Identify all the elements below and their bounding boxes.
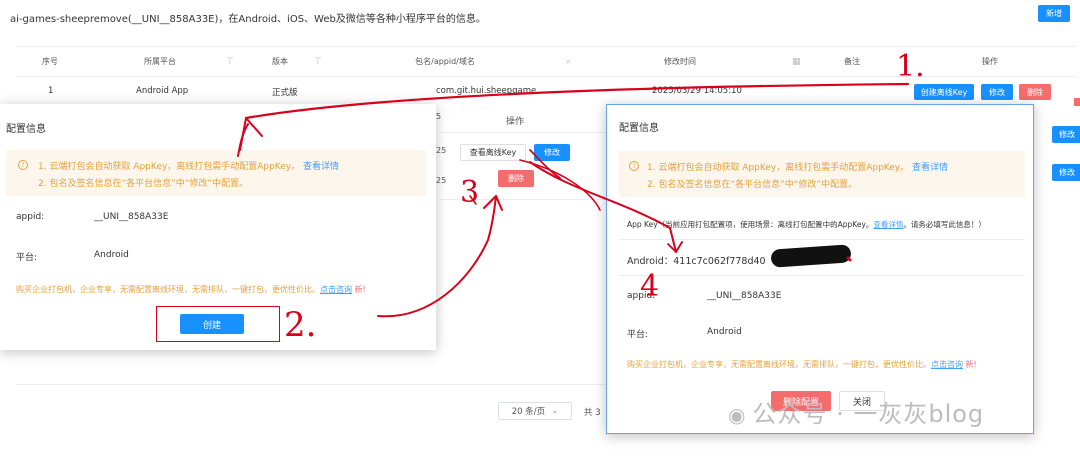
arrowhead-2 bbox=[483, 195, 503, 211]
annotation-1: 1. bbox=[896, 49, 925, 84]
arrow-to-create bbox=[519, 159, 601, 211]
annotation-2: 2. bbox=[284, 305, 316, 345]
annotation-overlay: 1. 2. 3 4 bbox=[237, 49, 925, 345]
arrow-1 bbox=[244, 82, 910, 120]
annotation-4: 4 bbox=[640, 269, 659, 304]
arrow-2 bbox=[377, 195, 497, 318]
red-dot bbox=[846, 256, 852, 262]
annotation-3: 3 bbox=[460, 175, 479, 210]
